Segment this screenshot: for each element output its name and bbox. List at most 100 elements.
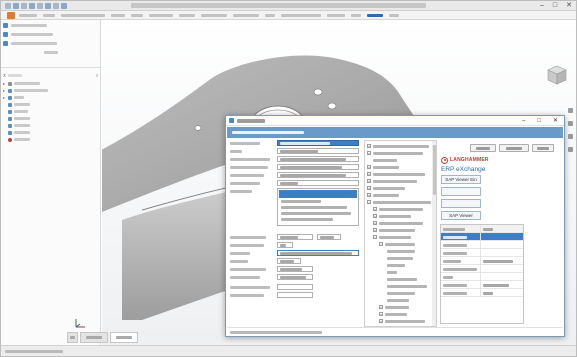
- coordinate-axes-icon: [75, 319, 85, 328]
- tree-item[interactable]: ▸: [3, 87, 99, 94]
- open-icon[interactable]: [13, 3, 19, 9]
- end-of-part-icon: [8, 137, 12, 142]
- dialog-file-path: [230, 331, 322, 334]
- appearance-icon[interactable]: [61, 3, 67, 9]
- dialog-button[interactable]: [532, 144, 554, 152]
- home-tab[interactable]: [67, 332, 78, 343]
- form-field[interactable]: [277, 172, 359, 178]
- form-field[interactable]: [277, 234, 313, 240]
- quick-access-toolbar[interactable]: [5, 3, 67, 9]
- form-field[interactable]: [277, 148, 359, 154]
- form-field[interactable]: [277, 274, 313, 280]
- dialog-button[interactable]: [470, 144, 496, 152]
- tree-item[interactable]: [3, 136, 99, 143]
- tree-item[interactable]: [3, 101, 99, 108]
- ribbon-tab[interactable]: [19, 14, 37, 17]
- close-button[interactable]: ✕: [566, 2, 572, 10]
- dialog-button[interactable]: [499, 144, 529, 152]
- look-at-icon[interactable]: [567, 147, 573, 152]
- tree-item[interactable]: [3, 129, 99, 136]
- ribbon-tab[interactable]: [111, 14, 125, 17]
- dialog-title: [237, 119, 265, 123]
- model-browser-panel: ⊼ ≡ ▸ ▸ ▸: [1, 20, 101, 345]
- menu-icon[interactable]: ≡: [96, 72, 99, 79]
- form-field[interactable]: [277, 242, 293, 248]
- orbit-icon[interactable]: [567, 134, 573, 139]
- sap-viewer-on-button[interactable]: SAP Viewer Ein: [441, 175, 481, 184]
- ribbon-tab[interactable]: [233, 14, 259, 17]
- navigation-bar: [566, 108, 574, 178]
- langhammer-logo: LANGHAMMER: [441, 156, 503, 164]
- description-textarea[interactable]: [277, 188, 359, 226]
- tool-row[interactable]: [3, 39, 99, 48]
- minimize-button[interactable]: –: [540, 2, 544, 10]
- tool-row[interactable]: [3, 21, 99, 30]
- dialog-close-button[interactable]: ✕: [553, 117, 558, 125]
- pan-icon[interactable]: [567, 108, 573, 113]
- sap-viewer-button[interactable]: SAP Viewer: [441, 211, 481, 220]
- form-field[interactable]: [317, 234, 341, 240]
- filter-icon[interactable]: ⊼: [3, 72, 6, 79]
- tree-scrollbar[interactable]: [432, 141, 436, 326]
- feature-icon: [8, 109, 12, 114]
- tool-icon: [3, 32, 8, 37]
- maximize-button[interactable]: □: [553, 2, 557, 10]
- form-field[interactable]: [277, 292, 313, 298]
- hole: [327, 102, 337, 110]
- tree-item[interactable]: ▸: [3, 94, 99, 101]
- form-field[interactable]: [277, 164, 359, 170]
- ribbon-tab[interactable]: [149, 14, 173, 17]
- tree-item[interactable]: [3, 122, 99, 129]
- ribbon-tab[interactable]: [265, 14, 275, 17]
- ribbon-tab[interactable]: [61, 14, 105, 17]
- form-field[interactable]: [277, 258, 301, 264]
- application-window: – □ ✕ ⊼ ≡ ▸ ▸ ▸ – □ ✕ + + + + + + + – + …: [0, 0, 577, 357]
- document-tab[interactable]: [80, 332, 108, 343]
- ribbon-tab[interactable]: [131, 14, 143, 17]
- erp-panel: LANGHAMMER ERP eXchange SAP Viewer Ein S…: [440, 140, 563, 327]
- ribbon-tab-active[interactable]: [367, 14, 383, 17]
- ribbon-tab[interactable]: [179, 14, 195, 17]
- form-field[interactable]: [277, 266, 313, 272]
- classification-tree[interactable]: + + + + + + + – + + + + – – + + +: [364, 140, 437, 327]
- file-tab[interactable]: [7, 12, 15, 19]
- sap-button[interactable]: [441, 187, 481, 196]
- sap-button[interactable]: [441, 199, 481, 208]
- viewcube-icon[interactable]: [546, 64, 568, 86]
- erp-property-grid[interactable]: [440, 224, 524, 324]
- ribbon-tab[interactable]: [281, 14, 321, 17]
- feature-icon: [8, 102, 12, 107]
- form-field[interactable]: [277, 156, 359, 162]
- erp-exchange-title: ERP eXchange: [441, 166, 486, 173]
- divider: [1, 67, 101, 68]
- document-tab-active[interactable]: [110, 332, 138, 343]
- tree-filter-row[interactable]: ⊼ ≡: [3, 72, 99, 79]
- dialog-maximize-button[interactable]: □: [537, 117, 541, 125]
- ribbon-tab[interactable]: [351, 14, 361, 17]
- status-text: [5, 350, 63, 353]
- zoom-icon[interactable]: [567, 121, 573, 126]
- redo-icon[interactable]: [37, 3, 43, 9]
- tool-row[interactable]: [3, 30, 99, 39]
- tree-item[interactable]: [3, 108, 99, 115]
- ribbon-tab[interactable]: [43, 14, 55, 17]
- ribbon-tab[interactable]: [327, 14, 345, 17]
- window-title: [131, 3, 426, 9]
- save-icon[interactable]: [21, 3, 27, 9]
- undo-icon[interactable]: [29, 3, 35, 9]
- ribbon-tab[interactable]: [389, 14, 399, 17]
- home-icon[interactable]: [45, 3, 51, 9]
- dialog-minimize-button[interactable]: –: [522, 117, 525, 125]
- tree-item[interactable]: [3, 115, 99, 122]
- dimension-field[interactable]: [277, 250, 359, 256]
- tree-item[interactable]: ▸: [3, 80, 99, 87]
- new-icon[interactable]: [5, 3, 11, 9]
- form-field[interactable]: [277, 180, 359, 186]
- document-tabs: [67, 332, 138, 343]
- select-icon[interactable]: [53, 3, 59, 9]
- hole: [194, 125, 202, 131]
- form-field[interactable]: [277, 284, 313, 290]
- ribbon: [1, 11, 576, 20]
- form-field[interactable]: [277, 140, 359, 146]
- ribbon-tab[interactable]: [201, 14, 227, 17]
